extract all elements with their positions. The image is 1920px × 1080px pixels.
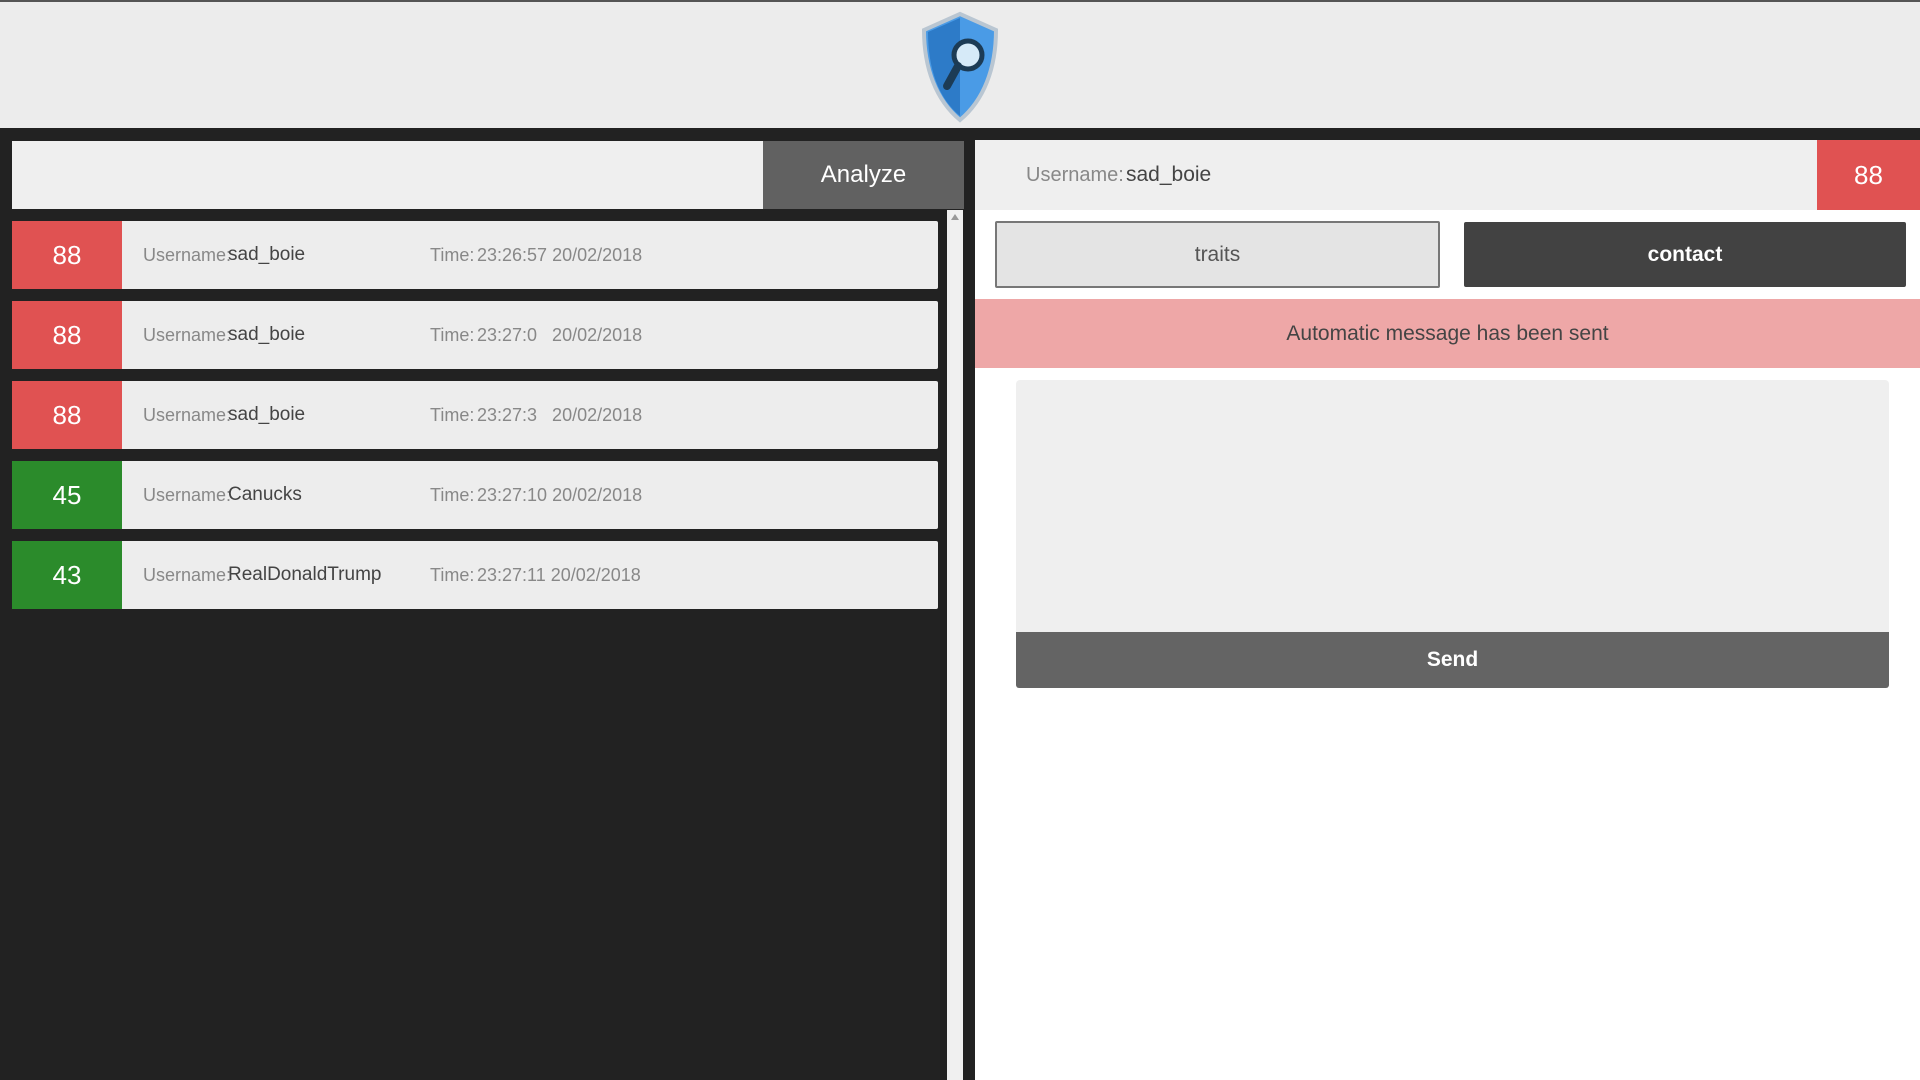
time-label: Time: — [430, 405, 475, 425]
score-badge: 88 — [12, 301, 122, 369]
search-input[interactable] — [12, 141, 763, 209]
username-label: Username: — [143, 245, 232, 265]
time-value: 23:27:0 20/02/2018 — [477, 325, 643, 345]
list-item[interactable]: 43 Username: RealDonaldTrump Time: 23:27… — [12, 541, 938, 609]
username-label: Username: — [143, 565, 232, 585]
status-alert: Automatic message has been sent — [975, 299, 1920, 368]
username-label: Username: — [143, 325, 232, 345]
score-badge: 45 — [12, 461, 122, 529]
username-value: sad_boie — [228, 404, 306, 425]
time-label: Time: — [430, 245, 475, 265]
detail-panel: Username: sad_boie 88 traits contact Aut… — [975, 140, 1920, 1080]
list-item[interactable]: 88 Username: sad_boie Time: 23:27:3 20/0… — [12, 381, 938, 449]
analyze-button[interactable]: Analyze — [763, 141, 964, 209]
tab-contact[interactable]: contact — [1464, 222, 1906, 287]
score-badge: 88 — [12, 221, 122, 289]
score-badge: 43 — [12, 541, 122, 609]
username-value: sad_boie — [228, 244, 306, 265]
time-label: Time: — [430, 325, 475, 345]
detail-username-value: sad_boie — [1126, 163, 1212, 186]
time-label: Time: — [430, 485, 475, 505]
list-item[interactable]: 45 Username: Canucks Time: 23:27:10 20/0… — [12, 461, 938, 529]
shield-search-icon — [921, 11, 999, 123]
detail-score-badge: 88 — [1817, 140, 1920, 210]
time-value: 23:27:10 20/02/2018 — [477, 485, 643, 505]
time-label: Time: — [430, 565, 475, 585]
detail-header: Username: sad_boie 88 — [975, 140, 1920, 210]
app-header — [0, 2, 1920, 128]
time-value: 23:26:57 20/02/2018 — [477, 245, 643, 265]
results-scrollbar[interactable] — [947, 210, 963, 1080]
list-item[interactable]: 88 Username: sad_boie Time: 23:26:57 20/… — [12, 221, 938, 289]
score-badge: 88 — [12, 381, 122, 449]
time-value: 23:27:11 20/02/2018 — [477, 565, 641, 585]
detail-username-label: Username: — [1026, 164, 1124, 186]
message-input[interactable] — [1016, 380, 1889, 632]
username-value: RealDonaldTrump — [228, 564, 382, 585]
username-value: sad_boie — [228, 324, 306, 345]
search-bar: Analyze — [12, 141, 964, 209]
results-list: 88 Username: sad_boie Time: 23:26:57 20/… — [12, 221, 938, 621]
tab-traits[interactable]: traits — [995, 221, 1440, 288]
username-label: Username: — [143, 485, 232, 505]
time-value: 23:27:3 20/02/2018 — [477, 405, 643, 425]
scroll-up-arrow-icon[interactable] — [951, 214, 959, 220]
username-label: Username: — [143, 405, 232, 425]
username-value: Canucks — [228, 484, 302, 505]
list-item[interactable]: 88 Username: sad_boie Time: 23:27:0 20/0… — [12, 301, 938, 369]
send-button[interactable]: Send — [1016, 632, 1889, 688]
